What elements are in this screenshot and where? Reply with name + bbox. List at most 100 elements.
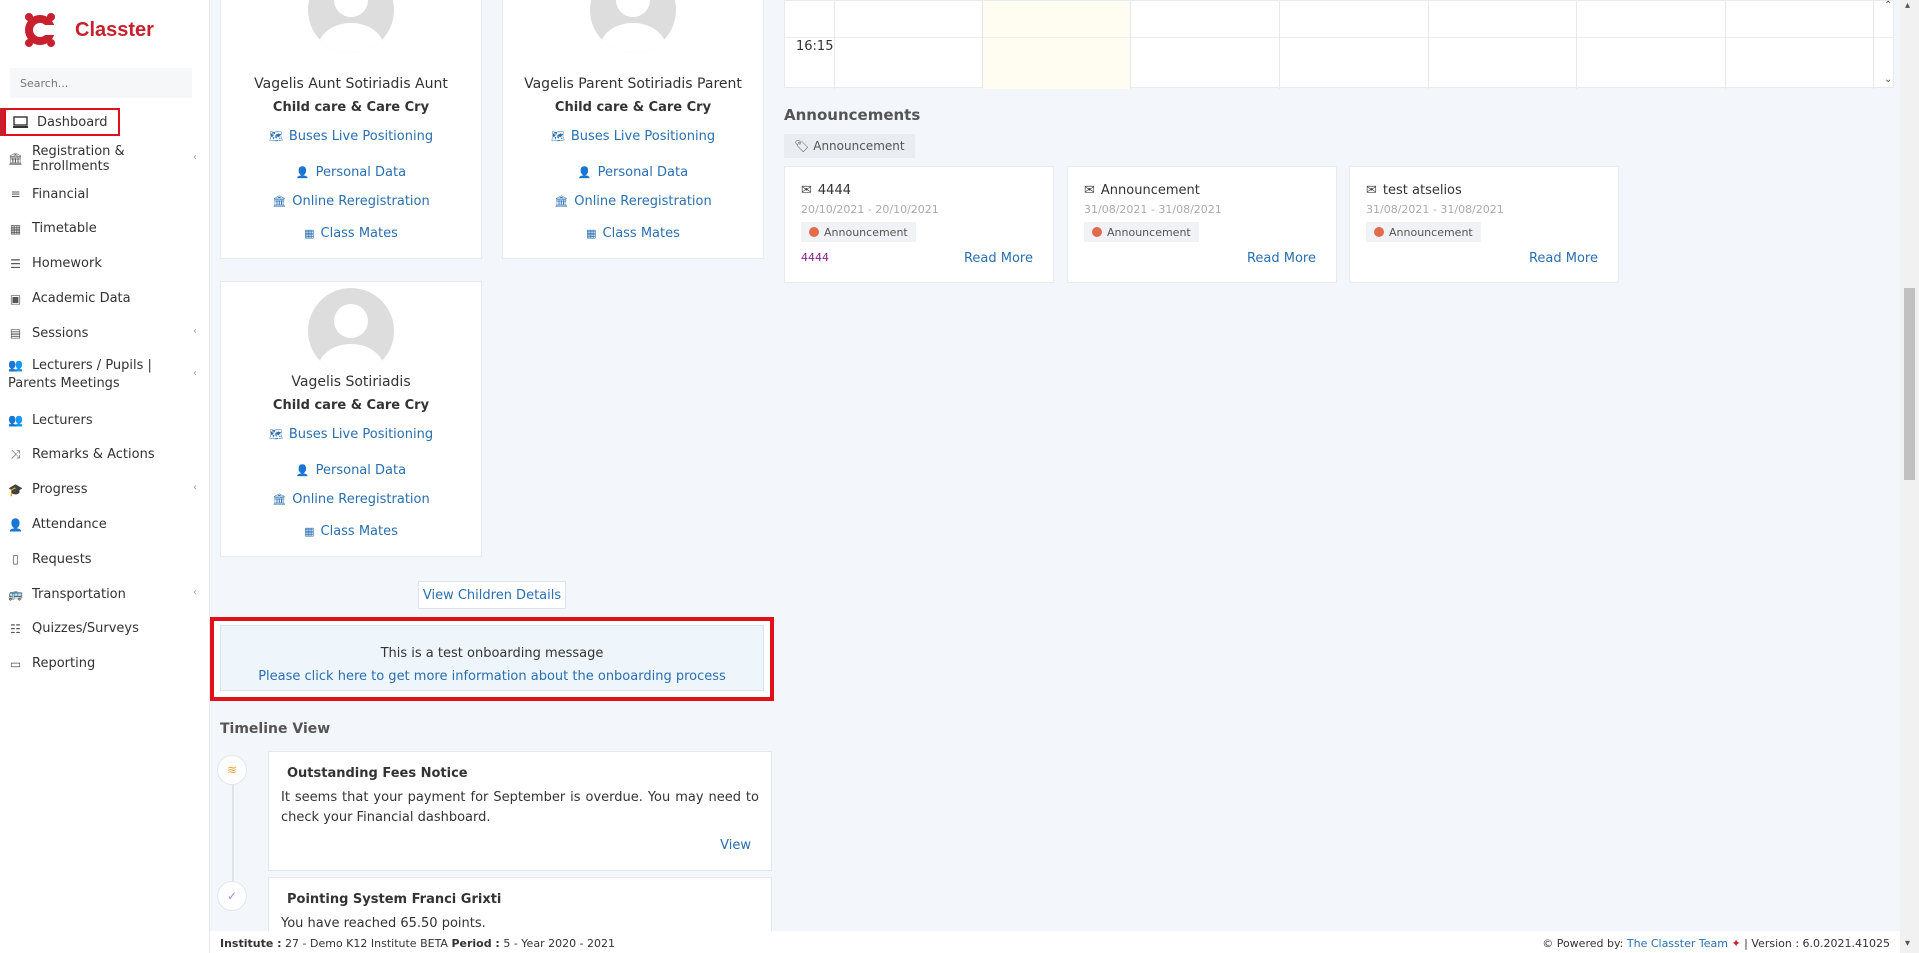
sidebar-item-requests[interactable]: ▯ Requests — [0, 542, 209, 577]
institution-icon: 🏛 — [272, 195, 287, 208]
footer: Institute : 27 - Demo K12 Institute BETA… — [210, 931, 1900, 953]
buses-live-positioning-link[interactable]: 🗺 Buses Live Positioning — [221, 427, 481, 442]
calendar-icon: ▦ — [9, 221, 22, 236]
sidebar-item-sessions[interactable]: ▤ Sessions ‹ — [0, 316, 209, 351]
timeline-view-link[interactable]: View — [720, 838, 751, 853]
user-edit-icon: 👤 — [295, 464, 310, 477]
read-more-link[interactable]: Read More — [1247, 251, 1316, 266]
sidebar-item-attendance[interactable]: 👤 Attendance — [0, 507, 209, 542]
avatar — [590, 0, 676, 53]
onboarding-message[interactable]: This is a test onboarding message Please… — [210, 617, 774, 701]
app-logo[interactable]: Classter — [20, 10, 154, 50]
sidebar-item-reporting[interactable]: ▭ Reporting — [0, 646, 209, 681]
announcement-badge: Announcement — [801, 222, 916, 242]
personal-data-link[interactable]: 👤 Personal Data — [503, 165, 763, 180]
scrollbar-thumb[interactable] — [1904, 288, 1915, 480]
timeline-item: Outstanding Fees Notice It seems that yo… — [268, 751, 772, 871]
avatar — [308, 0, 394, 53]
timeline-item-title: Pointing System Franci Grixti — [287, 892, 502, 907]
classter-mini-icon: © — [1542, 937, 1554, 950]
class-mates-link[interactable]: ▦ Class Mates — [503, 226, 763, 241]
timeline-line — [232, 770, 234, 890]
powered-link[interactable]: The Classter Team — [1627, 937, 1728, 950]
sidebar-item-remarks[interactable]: ⤨ Remarks & Actions — [0, 438, 209, 473]
sidebar-item-progress[interactable]: 🎓 Progress ‹ — [0, 472, 209, 507]
user-edit-icon: 👤 — [295, 166, 310, 179]
chevron-left-icon: ‹ — [193, 152, 197, 163]
teacher-board-icon: ▣ — [9, 291, 22, 306]
calendar-time-label: 16:15 — [796, 39, 834, 54]
coins-icon: ≋ — [217, 755, 247, 785]
class-mates-link[interactable]: ▦ Class Mates — [221, 524, 481, 539]
avatar — [308, 288, 394, 374]
calendar-column-line — [834, 1, 835, 89]
period-label: Period : — [451, 937, 500, 950]
sidebar-item-lecturers[interactable]: 👥 Lecturers — [0, 403, 209, 438]
online-reregistration-link[interactable]: 🏛 Online Reregistration — [221, 194, 481, 209]
chevron-down-icon[interactable]: ⌄ — [1884, 74, 1892, 85]
chevron-left-icon: ‹ — [193, 482, 197, 494]
sidebar-item-timetable[interactable]: ▦ Timetable — [0, 212, 209, 247]
class-mates-link[interactable]: ▦ Class Mates — [221, 226, 481, 241]
powered-label: Powered by: — [1556, 937, 1624, 950]
calendar-column-line — [982, 1, 983, 89]
timeline-item-text: It seems that your payment for September… — [281, 790, 759, 825]
search-input[interactable] — [10, 68, 192, 98]
calendar-today-column — [982, 1, 1130, 89]
announcement-badge: Announcement — [1366, 222, 1481, 242]
sidebar-item-label: Requests — [32, 551, 92, 567]
onboarding-link[interactable]: Please click here to get more informatio… — [221, 669, 763, 684]
sidebar-item-label: Academic Data — [32, 291, 131, 307]
app-name: Classter — [75, 18, 154, 41]
classter-logo-icon — [20, 10, 60, 50]
list-icon: ☷ — [10, 621, 21, 636]
scroll-up-icon[interactable]: ▴ — [1905, 0, 1910, 11]
view-children-details-button[interactable]: View Children Details — [418, 581, 566, 609]
sidebar-item-transportation[interactable]: 🚌 Transportation ‹ — [0, 577, 209, 612]
announcement-card: ✉ test atselios 31/08/2021 - 31/08/2021 A… — [1349, 166, 1619, 283]
institute-value: 27 - Demo K12 Institute BETA — [281, 937, 452, 950]
version-text: | Version : 6.0.2021.41025 — [1744, 937, 1890, 950]
sidebar-item-label: Registration & Enrollments — [32, 144, 125, 175]
scroll-down-icon[interactable]: ▾ — [1905, 938, 1910, 949]
announcements-title: Announcements — [784, 106, 921, 124]
bus-icon: 🚌 — [8, 587, 23, 602]
sidebar-item-registration[interactable]: 🏛 Registration & Enrollments ‹ — [0, 142, 209, 177]
personal-data-link[interactable]: 👤 Personal Data — [221, 165, 481, 180]
buses-live-positioning-link[interactable]: 🗺 Buses Live Positioning — [503, 129, 763, 144]
child-relation: Child care & Care Cry — [272, 398, 430, 413]
sidebar-item-dashboard[interactable]: Dashboard — [0, 108, 209, 136]
child-name: Vagelis Aunt Sotiriadis Aunt — [254, 76, 448, 92]
user-times-icon: 👤 — [8, 517, 23, 532]
chevron-up-icon[interactable]: ⌃ — [1884, 0, 1892, 11]
calendar-column-line — [1130, 1, 1131, 89]
users-clock-icon: 👥 — [8, 357, 23, 372]
sidebar-item-academic-data[interactable]: ▣ Academic Data — [0, 281, 209, 316]
announcement-filter-tag[interactable]: 🏷 Announcement — [784, 134, 915, 158]
map-marker-icon: 🗺 — [268, 130, 283, 143]
page-scrollbar[interactable]: ▴ ▾ — [1900, 0, 1919, 953]
onboarding-panel: This is a test onboarding message Please… — [220, 625, 764, 691]
sidebar-item-quizzes[interactable]: ☷ Quizzes/Surveys — [0, 612, 209, 647]
read-more-link[interactable]: Read More — [1529, 251, 1598, 266]
calendar-panel[interactable]: 16:15 — [784, 0, 1894, 89]
online-reregistration-link[interactable]: 🏛 Online Reregistration — [221, 492, 481, 507]
child-name: Vagelis Parent Sotiriadis Parent — [524, 76, 742, 92]
users-icon: 👥 — [8, 413, 23, 428]
online-reregistration-link[interactable]: 🏛 Online Reregistration — [503, 194, 763, 209]
sidebar-item-meetings[interactable]: 👥 Lecturers / Pupils | Parents Meetings ‹ — [0, 351, 209, 403]
sidebar-nav: Dashboard 🏛 Registration & Enrollments ‹… — [0, 108, 209, 681]
institute-label: Institute : — [220, 937, 282, 950]
chevron-left-icon: ‹ — [193, 586, 197, 598]
sidebar-item-homework[interactable]: ☰ Homework — [0, 246, 209, 281]
map-marker-icon: 🗺 — [268, 428, 283, 441]
personal-data-link[interactable]: 👤 Personal Data — [221, 463, 481, 478]
tag-label: Announcement — [813, 139, 905, 153]
sidebar-item-label: Homework — [32, 256, 102, 272]
buses-live-positioning-link[interactable]: 🗺 Buses Live Positioning — [221, 129, 481, 144]
classroom-icon: ▦ — [304, 525, 315, 538]
sidebar-item-financial[interactable]: ≡ Financial — [0, 177, 209, 212]
read-more-link[interactable]: Read More — [964, 251, 1033, 266]
printer-icon: ▭ — [9, 656, 22, 671]
institution-icon: 🏛 — [554, 195, 569, 208]
